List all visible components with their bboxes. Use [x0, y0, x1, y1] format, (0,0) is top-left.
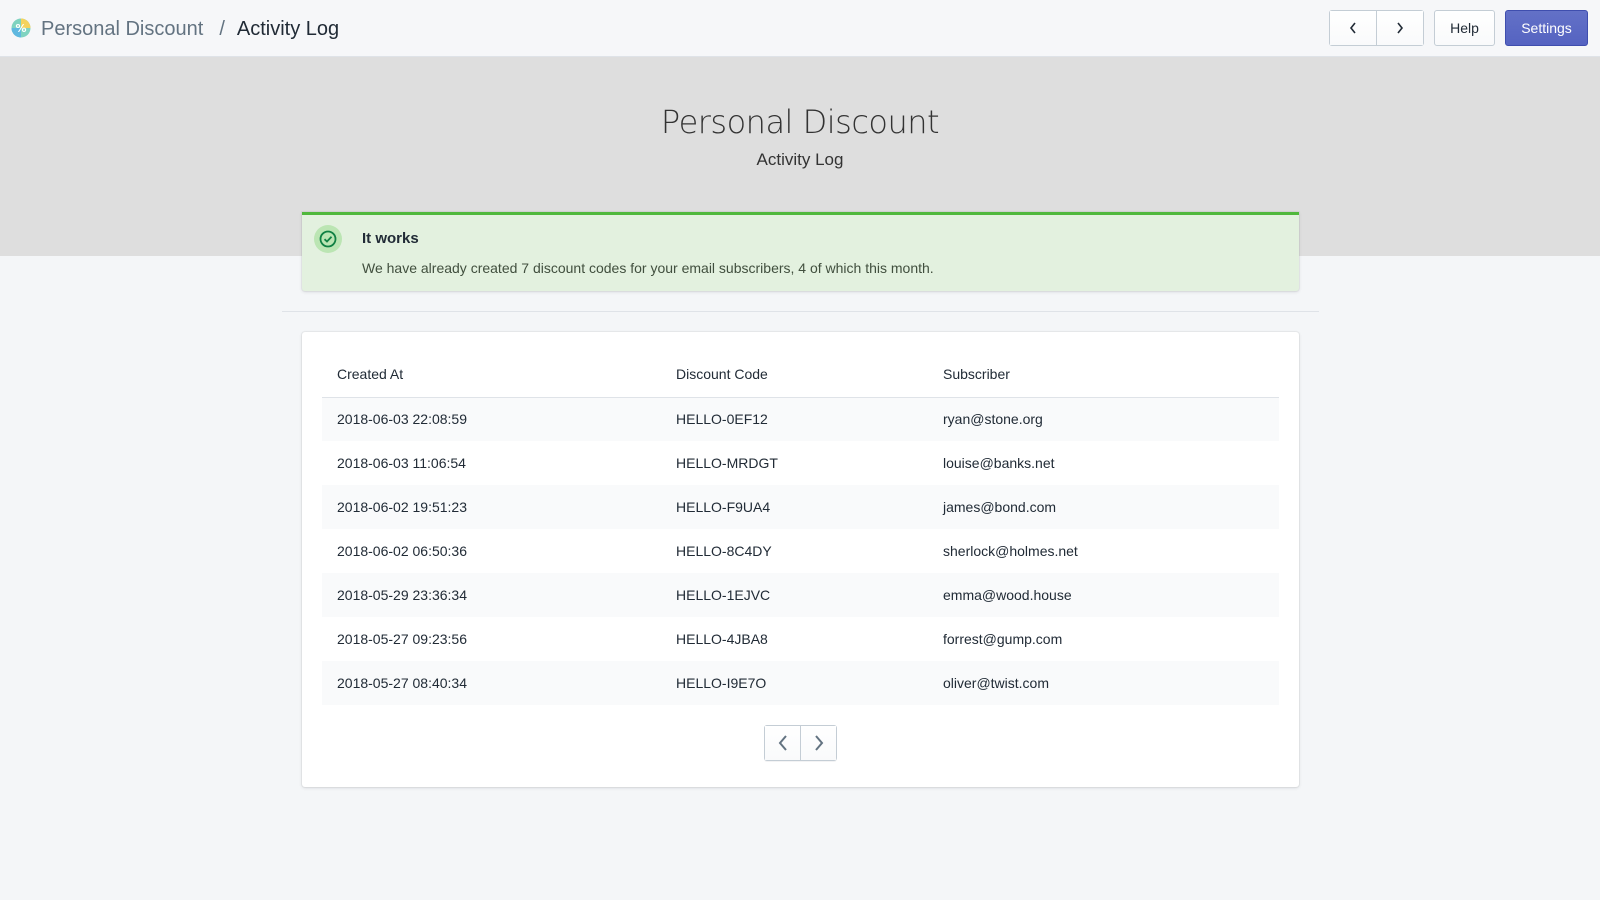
- table-pagination: [764, 725, 837, 761]
- next-page-button[interactable]: [1376, 11, 1423, 45]
- table-row: 2018-05-27 09:23:56 HELLO-4JBA8 forrest@…: [322, 617, 1279, 661]
- discount-code-cell: HELLO-1EJVC: [661, 573, 928, 617]
- created-at-cell: 2018-06-02 06:50:36: [337, 543, 467, 559]
- created-at-cell: 2018-06-03 11:06:54: [337, 455, 466, 471]
- chevron-right-icon: [1397, 22, 1404, 34]
- table-row: 2018-05-29 23:36:34 HELLO-1EJVC emma@woo…: [322, 573, 1279, 617]
- subscriber-cell: louise@banks.net: [943, 455, 1055, 471]
- created-at-cell: 2018-05-27 09:23:56: [337, 631, 467, 647]
- discount-code-cell: HELLO-F9UA4: [661, 485, 928, 529]
- chevron-right-icon: [814, 735, 823, 751]
- column-header-subscriber: Subscriber: [928, 352, 1279, 398]
- table-row: 2018-06-02 19:51:23 HELLO-F9UA4 james@bo…: [322, 485, 1279, 529]
- discount-code-cell: HELLO-8C4DY: [676, 543, 772, 559]
- section-divider: [282, 311, 1319, 312]
- discount-code-cell: HELLO-0EF12: [661, 397, 928, 441]
- breadcrumb-separator: /: [219, 18, 225, 40]
- chevron-left-icon: [1349, 22, 1356, 34]
- subscriber-cell: james@bond.com: [928, 485, 1279, 529]
- subscriber-cell: sherlock@holmes.net: [943, 543, 1078, 559]
- breadcrumb: Personal Discount / Activity Log: [41, 16, 339, 42]
- table-row: 2018-06-03 11:06:54 HELLO-MRDGT louise@b…: [322, 441, 1279, 485]
- svg-text:%: %: [15, 22, 26, 35]
- page-subtitle: Activity Log: [756, 150, 844, 169]
- created-at-cell: 2018-05-29 23:36:34: [322, 573, 661, 617]
- table-header-row: Created At Discount Code Subscriber: [322, 352, 1279, 398]
- subscriber-cell: oliver@twist.com: [928, 661, 1279, 705]
- column-header-discount-code: Discount Code: [661, 352, 928, 398]
- table-next-button[interactable]: [800, 726, 836, 760]
- created-at-cell: 2018-06-03 22:08:59: [322, 397, 661, 441]
- activity-log-table: Created At Discount Code Subscriber 2018…: [322, 352, 1279, 705]
- subscriber-cell: forrest@gump.com: [943, 631, 1063, 647]
- chevron-left-icon: [778, 735, 787, 751]
- created-at-cell: 2018-06-02 19:51:23: [322, 485, 661, 529]
- breadcrumb-current-page: Activity Log: [236, 18, 340, 40]
- table-previous-button[interactable]: [765, 726, 800, 760]
- subscriber-cell: ryan@stone.org: [928, 397, 1279, 441]
- discount-code-cell: HELLO-I9E7O: [661, 661, 928, 705]
- banner-message: We have already created 7 discount codes…: [362, 260, 934, 276]
- help-button[interactable]: Help: [1434, 10, 1495, 46]
- top-bar: % Personal Discount / Activity Log Help …: [0, 0, 1600, 57]
- subscriber-cell: emma@wood.house: [928, 573, 1279, 617]
- discount-code-cell: HELLO-4JBA8: [676, 631, 768, 647]
- page-title: Personal Discount: [660, 103, 940, 141]
- table-row: 2018-06-02 06:50:36 HELLO-8C4DY sherlock…: [322, 529, 1279, 573]
- breadcrumb-app-link[interactable]: Personal Discount: [41, 16, 203, 42]
- table-row: 2018-05-27 08:40:34 HELLO-I9E7O oliver@t…: [322, 661, 1279, 705]
- app-logo-icon[interactable]: %: [11, 18, 31, 38]
- created-at-cell: 2018-05-27 08:40:34: [322, 661, 661, 705]
- activity-log-card: Created At Discount Code Subscriber 2018…: [302, 332, 1299, 787]
- banner-title: It works: [362, 230, 419, 247]
- check-circle-icon: [314, 225, 342, 253]
- settings-button[interactable]: Settings: [1505, 10, 1588, 46]
- table-row: 2018-06-03 22:08:59 HELLO-0EF12 ryan@sto…: [322, 397, 1279, 441]
- previous-page-button[interactable]: [1330, 11, 1376, 45]
- pagination-nav-group: [1329, 10, 1424, 46]
- success-banner: It works We have already created 7 disco…: [302, 212, 1299, 291]
- discount-code-cell: HELLO-MRDGT: [676, 455, 778, 471]
- column-header-created-at: Created At: [322, 352, 661, 398]
